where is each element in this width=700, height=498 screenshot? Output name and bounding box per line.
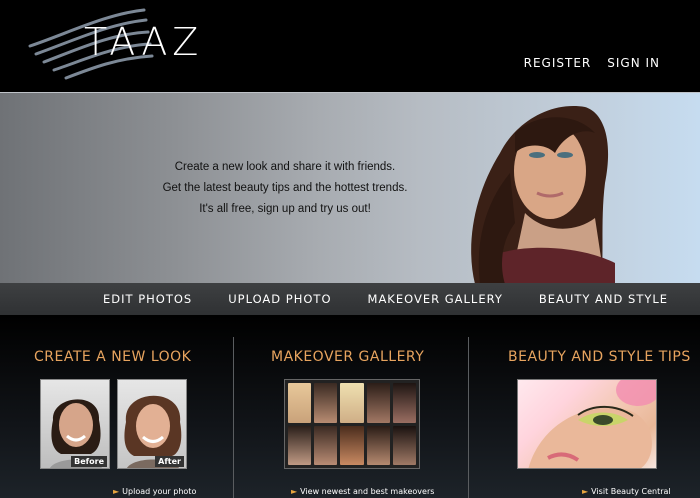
gallery-thumbnail[interactable]	[340, 383, 364, 423]
create-look-title[interactable]: CREATE A NEW LOOK	[34, 349, 191, 365]
makeover-gallery-title[interactable]: MAKEOVER GALLERY	[271, 349, 424, 365]
arrow-right-icon: ►	[582, 487, 589, 496]
gallery-thumbnail[interactable]	[314, 383, 338, 423]
hero-banner: Create a new look and share it with frie…	[0, 92, 700, 284]
gallery-thumbnail[interactable]	[314, 425, 338, 465]
nav-makeover-gallery[interactable]: MAKEOVER GALLERY	[368, 292, 503, 306]
taaz-logo[interactable]: TAAZ	[26, 6, 198, 86]
arrow-right-icon: ►	[291, 487, 298, 496]
view-makeovers-link[interactable]: ► View newest and best makeovers	[291, 487, 434, 496]
after-photo[interactable]: After	[117, 379, 187, 469]
gallery-thumbnail[interactable]	[366, 425, 390, 465]
gallery-thumbnail[interactable]	[340, 425, 364, 465]
main-nav: EDIT PHOTOS UPLOAD PHOTO MAKEOVER GALLER…	[0, 283, 700, 315]
gallery-thumbnail[interactable]	[392, 383, 416, 423]
gallery-thumbnail[interactable]	[392, 425, 416, 465]
before-photo[interactable]: Before	[40, 379, 110, 469]
column-divider	[468, 337, 469, 498]
gallery-thumbnail[interactable]	[288, 425, 312, 465]
gallery-thumbnail[interactable]	[288, 383, 312, 423]
makeup-closeup-image	[528, 380, 656, 468]
upload-link-text: Upload your photo	[122, 487, 197, 496]
before-label: Before	[71, 456, 107, 467]
gallery-thumbnail[interactable]	[366, 383, 390, 423]
site-header: TAAZ REGISTER SIGN IN	[0, 0, 700, 92]
tagline-line-3: It's all free, sign up and try us out!	[199, 203, 371, 215]
account-links: REGISTER SIGN IN	[524, 56, 660, 70]
arrow-right-icon: ►	[113, 487, 120, 496]
view-makeovers-text: View newest and best makeovers	[300, 487, 435, 496]
hero-model-image	[471, 106, 615, 284]
register-link[interactable]: REGISTER	[524, 56, 592, 70]
nav-edit-photos[interactable]: EDIT PHOTOS	[103, 292, 192, 306]
visit-beauty-central-link[interactable]: ► Visit Beauty Central	[582, 487, 671, 496]
visit-beauty-text: Visit Beauty Central	[591, 487, 671, 496]
beauty-tips-title[interactable]: BEAUTY AND STYLE TIPS	[508, 349, 691, 365]
after-label: After	[155, 456, 184, 467]
beauty-tips-image[interactable]	[517, 379, 657, 469]
tagline-line-2: Get the latest beauty tips and the hotte…	[162, 182, 408, 194]
upload-your-photo-link[interactable]: ► Upload your photo	[113, 487, 196, 496]
makeover-gallery-grid[interactable]	[284, 379, 420, 469]
logo-text: TAAZ	[84, 20, 204, 64]
tagline-line-1: Create a new look and share it with frie…	[174, 161, 396, 173]
hero-tagline: Create a new look and share it with frie…	[130, 157, 440, 220]
column-divider	[233, 337, 234, 498]
feature-columns: CREATE A NEW LOOK Before After ► Upload y…	[0, 315, 700, 498]
sign-in-link[interactable]: SIGN IN	[607, 56, 660, 70]
nav-beauty-and-style[interactable]: BEAUTY AND STYLE	[539, 292, 668, 306]
nav-upload-photo[interactable]: UPLOAD PHOTO	[228, 292, 331, 306]
